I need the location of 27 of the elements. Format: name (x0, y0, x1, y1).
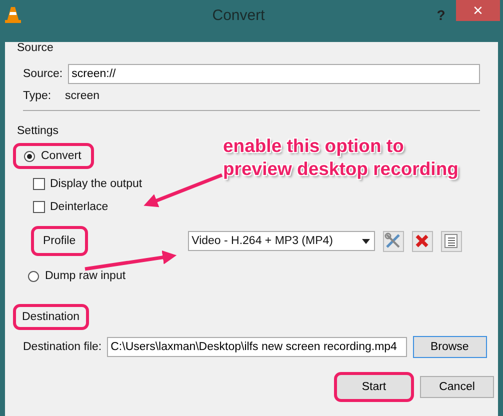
source-field[interactable]: screen:// (68, 64, 480, 84)
section-heading: Destination (13, 304, 89, 330)
radio-option[interactable]: Dump raw input (17, 263, 139, 289)
section-heading: Source (17, 42, 54, 56)
annotation-text: enable this option to (223, 134, 404, 157)
window-title: Convert (211, 6, 266, 24)
radio-option[interactable]: Convert (13, 143, 94, 169)
profile-label: Profile (31, 226, 88, 256)
field-label: Destination file: (23, 341, 102, 353)
checkbox-option[interactable]: Deinterlace (33, 200, 108, 214)
browse-button[interactable]: Browse (412, 336, 487, 358)
profile-dropdown[interactable]: Video - H.264 + MP3 (MP4) (188, 231, 375, 251)
cancel-button[interactable]: Cancel (420, 376, 494, 398)
delete-icon[interactable] (412, 230, 433, 252)
traffic-cone-icon (5, 6, 21, 24)
destination-field[interactable]: C:\Users\laxman\Desktop\ilfs new screen recording.mp4 (106, 337, 407, 357)
start-button[interactable]: Start (334, 372, 414, 402)
type-value: screen (65, 90, 100, 102)
list-icon[interactable] (440, 230, 462, 252)
section-heading: Settings (17, 125, 59, 139)
checkbox-option[interactable]: Display the output (33, 177, 142, 191)
annotation-text: preview desktop recording (223, 157, 458, 180)
tools-icon[interactable] (382, 230, 404, 252)
close-button[interactable]: × (456, 0, 500, 21)
dropdown-caret-icon (362, 238, 370, 244)
field-label: Source: (23, 68, 63, 80)
field-label: Type: (23, 90, 52, 102)
